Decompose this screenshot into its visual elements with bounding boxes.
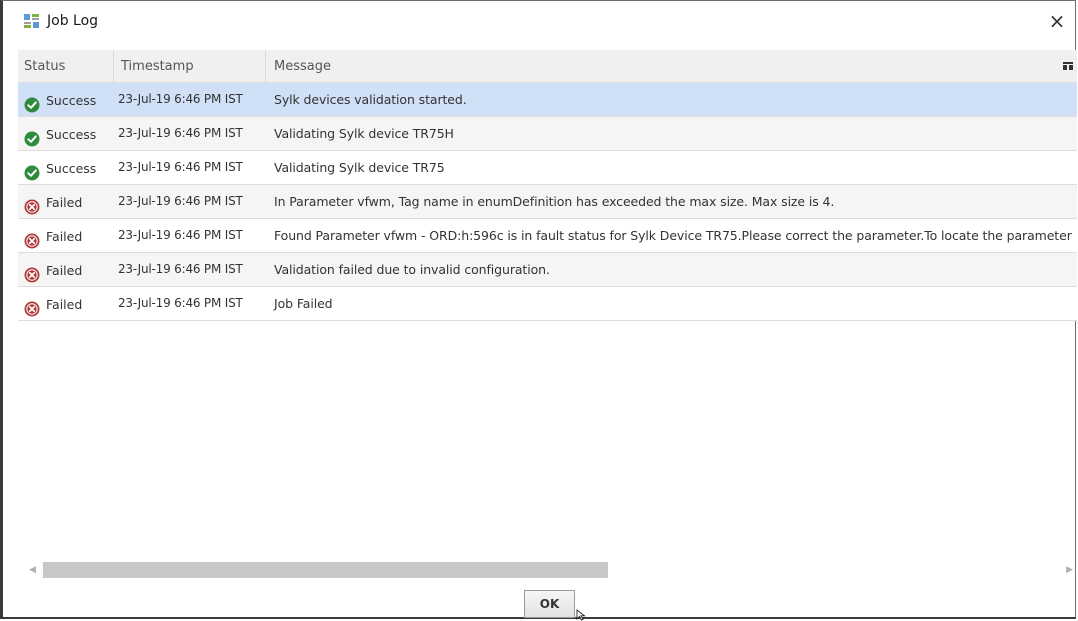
status-cell: Failed	[18, 287, 114, 321]
status-cell: Failed	[18, 185, 114, 219]
scroll-left-icon[interactable]: ◀	[29, 565, 36, 575]
x-circle-icon	[24, 262, 40, 282]
timestamp-cell: 23-Jul-19 6:46 PM IST	[118, 228, 243, 242]
status-cell: Failed	[18, 219, 114, 253]
status-text: Failed	[46, 297, 83, 312]
table-row[interactable]: Failed 23-Jul-19 6:46 PM IST Found Paramet…	[18, 219, 1077, 253]
message-cell: Validating Sylk device TR75	[274, 160, 445, 175]
timestamp-cell: 23-Jul-19 6:46 PM IST	[118, 262, 243, 276]
dialog-title: Job Log	[47, 13, 99, 29]
column-header-status[interactable]: Status	[18, 50, 114, 82]
message-cell: Found Parameter vfwm - ORD:h:596c is in …	[274, 228, 1072, 243]
timestamp-cell: 23-Jul-19 6:46 PM IST	[118, 160, 243, 174]
job-log-icon	[24, 14, 39, 28]
table-row[interactable]: Success 23-Jul-19 6:46 PM IST Sylk devices…	[18, 83, 1077, 117]
status-cell: Success	[18, 151, 114, 185]
column-header-message[interactable]: Message	[266, 50, 1056, 82]
check-circle-icon	[24, 160, 40, 180]
status-cell: Success	[18, 117, 114, 151]
table-header: Status Timestamp Message	[18, 50, 1077, 83]
table-row[interactable]: Failed 23-Jul-19 6:46 PM IST Job Failed	[18, 287, 1077, 321]
status-text: Success	[46, 93, 97, 108]
status-text: Success	[46, 161, 97, 176]
status-text: Failed	[46, 263, 83, 278]
x-circle-icon	[24, 194, 40, 214]
message-cell: Validating Sylk device TR75H	[274, 126, 454, 141]
message-cell: Validation failed due to invalid configu…	[274, 262, 550, 277]
status-cell: Failed	[18, 253, 114, 287]
x-circle-icon	[24, 296, 40, 316]
scrollbar-thumb[interactable]	[43, 562, 608, 578]
column-chooser-icon[interactable]	[1063, 61, 1073, 71]
horizontal-scrollbar[interactable]: ◀ ▶	[25, 561, 1075, 579]
column-header-timestamp[interactable]: Timestamp	[114, 50, 266, 82]
title-bar[interactable]: Job Log ×	[3, 1, 1075, 43]
check-circle-icon	[24, 92, 40, 112]
status-text: Failed	[46, 229, 83, 244]
status-text: Failed	[46, 195, 83, 210]
table-row[interactable]: Success 23-Jul-19 6:46 PM IST Validating S…	[18, 117, 1077, 151]
message-cell: In Parameter vfwm, Tag name in enumDefin…	[274, 194, 835, 209]
status-cell: Success	[18, 83, 114, 117]
job-log-dialog: Job Log × Status Timestamp Message Succe…	[0, 0, 1077, 621]
scroll-right-icon[interactable]: ▶	[1066, 565, 1073, 575]
message-cell: Sylk devices validation started.	[274, 92, 467, 107]
status-text: Success	[46, 127, 97, 142]
ok-button[interactable]: OK	[524, 590, 575, 618]
timestamp-cell: 23-Jul-19 6:46 PM IST	[118, 194, 243, 208]
timestamp-cell: 23-Jul-19 6:46 PM IST	[118, 296, 243, 310]
timestamp-cell: 23-Jul-19 6:46 PM IST	[118, 126, 243, 140]
close-icon: ×	[1048, 9, 1066, 33]
x-circle-icon	[24, 228, 40, 248]
table-row[interactable]: Success 23-Jul-19 6:46 PM IST Validating S…	[18, 151, 1077, 185]
table-row[interactable]: Failed 23-Jul-19 6:46 PM IST In Parameter …	[18, 185, 1077, 219]
message-cell: Job Failed	[274, 296, 333, 311]
table-row[interactable]: Failed 23-Jul-19 6:46 PM IST Validation fa…	[18, 253, 1077, 287]
close-button[interactable]: ×	[1045, 9, 1069, 33]
check-circle-icon	[24, 126, 40, 146]
job-log-table: Status Timestamp Message Success 23-Jul-1…	[18, 50, 1077, 558]
mouse-cursor-icon	[576, 609, 586, 621]
timestamp-cell: 23-Jul-19 6:46 PM IST	[118, 92, 243, 106]
